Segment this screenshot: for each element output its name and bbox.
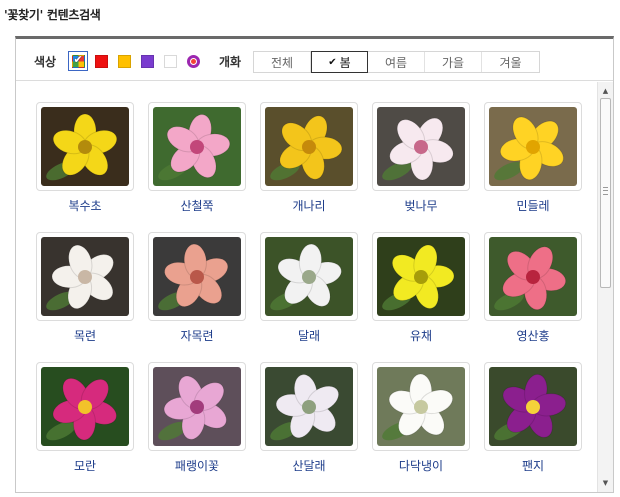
flower-name[interactable]: 목련 [36, 327, 134, 344]
color-swatch-yellow[interactable] [114, 51, 134, 71]
scroll-down-icon[interactable]: ▼ [598, 476, 613, 490]
page-title: '꽃찾기' 컨텐츠검색 [4, 8, 101, 22]
scroll-up-icon[interactable]: ▲ [598, 84, 613, 98]
flower-card[interactable]: 자목련 [148, 232, 246, 344]
magenta-flower-icon [41, 367, 129, 446]
yellow-flower-icon [265, 107, 353, 186]
flower-name[interactable]: 복수초 [36, 197, 134, 214]
flower-thumbnail[interactable] [148, 232, 246, 321]
flower-thumbnail[interactable] [148, 102, 246, 191]
season-tab-all[interactable]: 전체 [254, 52, 311, 72]
color-swatch-group [68, 51, 206, 71]
flower-name[interactable]: 벚나무 [372, 197, 470, 214]
flower-card[interactable]: 달래 [260, 232, 358, 344]
grip-icon [603, 187, 608, 195]
white-flower-icon [41, 237, 129, 316]
white-flower-icon [377, 107, 465, 186]
flower-thumbnail[interactable] [372, 102, 470, 191]
season-tab-autumn[interactable]: 가을 [425, 52, 482, 72]
flower-name[interactable]: 영산홍 [484, 327, 582, 344]
season-tab-summer[interactable]: 여름 [368, 52, 425, 72]
color-swatch-white[interactable] [160, 51, 180, 71]
flower-name[interactable]: 개나리 [260, 197, 358, 214]
white-flower-icon [265, 367, 353, 446]
flower-name[interactable]: 자목련 [148, 327, 246, 344]
red-flower-icon [489, 237, 577, 316]
yellow-flower-icon [489, 107, 577, 186]
flower-card[interactable]: 패랭이꽃 [148, 362, 246, 474]
flower-name[interactable]: 유채 [372, 327, 470, 344]
flower-search-panel: 색상 개화 전체 ✔봄 여름 가을 겨울 복수초 산철쭉 개나리 벚나무 민들레목련 자목… [15, 36, 614, 493]
flower-thumbnail[interactable] [372, 232, 470, 321]
flower-card[interactable]: 목련 [36, 232, 134, 344]
pink-flower-icon [153, 237, 241, 316]
flower-thumbnail[interactable] [36, 102, 134, 191]
check-icon: ✔ [328, 56, 337, 68]
flower-grid: 복수초 산철쭉 개나리 벚나무 민들레목련 자목련 달래 유채 영산홍모란 패랭이꽃 산달래 다닥냉이… [16, 82, 597, 492]
flower-thumbnail[interactable] [484, 362, 582, 451]
flower-thumbnail[interactable] [36, 362, 134, 451]
flower-card[interactable]: 모란 [36, 362, 134, 474]
flower-thumbnail[interactable] [260, 362, 358, 451]
flower-thumbnail[interactable] [484, 232, 582, 321]
flower-thumbnail[interactable] [260, 102, 358, 191]
flower-card[interactable]: 유채 [372, 232, 470, 344]
multicolor-check-icon [71, 53, 85, 68]
scroll-thumb[interactable] [600, 98, 611, 288]
flower-card[interactable]: 산철쭉 [148, 102, 246, 214]
flower-name[interactable]: 민들레 [484, 197, 582, 214]
color-swatch-other[interactable] [183, 51, 203, 71]
ring-icon [186, 54, 200, 68]
flower-thumbnail[interactable] [36, 232, 134, 321]
flower-card[interactable]: 벚나무 [372, 102, 470, 214]
season-tab-winter[interactable]: 겨울 [482, 52, 539, 72]
vertical-scrollbar[interactable]: ▲ ▼ [597, 82, 613, 492]
color-swatch-all[interactable] [68, 51, 88, 71]
flower-name[interactable]: 산달래 [260, 457, 358, 474]
flower-card[interactable]: 산달래 [260, 362, 358, 474]
pink-flower-icon [153, 367, 241, 446]
flower-thumbnail[interactable] [484, 102, 582, 191]
flower-card[interactable]: 다닥냉이 [372, 362, 470, 474]
flower-name[interactable]: 팬지 [484, 457, 582, 474]
flower-card[interactable]: 복수초 [36, 102, 134, 214]
yellow-flower-icon [377, 237, 465, 316]
white-flower-icon [265, 237, 353, 316]
pink-flower-icon [153, 107, 241, 186]
season-filter-label: 개화 [219, 55, 242, 69]
flower-name[interactable]: 달래 [260, 327, 358, 344]
flower-card[interactable]: 민들레 [484, 102, 582, 214]
flower-name[interactable]: 다닥냉이 [372, 457, 470, 474]
color-filter-label: 색상 [34, 55, 57, 69]
color-swatch-red[interactable] [91, 51, 111, 71]
flower-name[interactable]: 산철쭉 [148, 197, 246, 214]
flower-card[interactable]: 팬지 [484, 362, 582, 474]
season-tabs: 전체 ✔ 봄 여름 가을 겨울 [253, 51, 540, 73]
flower-name[interactable]: 패랭이꽃 [148, 457, 246, 474]
white-flower-icon [377, 367, 465, 446]
purple-flower-icon [489, 367, 577, 446]
season-tab-spring[interactable]: ✔ 봄 [311, 51, 368, 73]
flower-thumbnail[interactable] [260, 232, 358, 321]
flower-thumbnail[interactable] [372, 362, 470, 451]
flower-card[interactable]: 개나리 [260, 102, 358, 214]
flower-card[interactable]: 영산홍 [484, 232, 582, 344]
flower-name[interactable]: 모란 [36, 457, 134, 474]
filter-bar: 색상 개화 전체 ✔봄 여름 가을 겨울 [16, 39, 613, 81]
yellow-flower-icon [41, 107, 129, 186]
color-swatch-purple[interactable] [137, 51, 157, 71]
flower-thumbnail[interactable] [148, 362, 246, 451]
